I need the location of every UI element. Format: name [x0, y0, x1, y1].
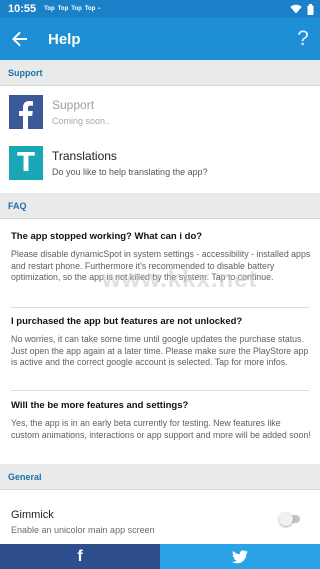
help-button[interactable]: ?: [286, 18, 320, 60]
gimmick-subtitle: Enable an unicolor main app screen: [11, 525, 155, 535]
watermark: www.kkx.net: [102, 266, 258, 293]
page-title: Help: [48, 30, 81, 48]
faq-item-2[interactable]: I purchased the app but features are not…: [11, 316, 311, 369]
translations-item[interactable]: T Translations Do you like to help trans…: [0, 141, 320, 185]
translations-item-title: Translations: [52, 149, 117, 163]
section-header-faq: FAQ: [0, 193, 320, 219]
wifi-icon: [290, 4, 302, 14]
toggle-thumb: [279, 512, 293, 526]
notification-dot: •: [98, 6, 101, 12]
gimmick-toggle[interactable]: [279, 512, 301, 526]
divider: [11, 307, 309, 308]
translations-logo-icon: T: [9, 146, 43, 180]
gimmick-setting[interactable]: Gimmick Enable an unicolor main app scre…: [0, 500, 320, 544]
arrow-back-icon: [12, 31, 27, 47]
notification-top-3: Top: [71, 6, 82, 12]
twitter-icon: [232, 549, 248, 563]
faq-question-3: Will the be more features and settings?: [11, 400, 189, 411]
battery-icon: [307, 3, 314, 15]
notification-top-1: Top: [44, 6, 55, 12]
support-item[interactable]: Support Coming soon..: [0, 90, 320, 134]
faq-item-3[interactable]: Will the be more features and settings? …: [11, 400, 311, 441]
status-time: 10:55: [8, 3, 37, 15]
app-bar: Help ?: [0, 18, 320, 60]
section-header-support: Support: [0, 60, 320, 86]
faq-answer-3: Yes, the app is in an early beta current…: [11, 418, 311, 440]
faq-question-2: I purchased the app but features are not…: [11, 316, 243, 327]
notification-top-2: Top: [57, 6, 69, 12]
translations-item-subtitle: Do you like to help translating the app?: [52, 167, 208, 177]
facebook-share-button[interactable]: f: [0, 544, 160, 569]
system-icons: [290, 3, 314, 15]
facebook-icon: f: [77, 547, 83, 565]
share-bar: f: [0, 544, 320, 569]
twitter-share-button[interactable]: [160, 544, 320, 569]
faq-answer-2: No worries, it can take some time until …: [11, 334, 309, 367]
gimmick-title: Gimmick: [11, 509, 54, 521]
notification-top-4: Top: [84, 6, 96, 12]
section-header-general: General: [0, 464, 320, 490]
support-item-subtitle: Coming soon..: [52, 116, 111, 126]
status-bar: 10:55 Top Top Top Top •: [0, 0, 320, 18]
faq-question-1: The app stopped working? What can i do?: [11, 231, 203, 242]
back-button[interactable]: [0, 18, 40, 60]
support-item-title: Support: [52, 98, 95, 112]
divider: [11, 390, 309, 391]
facebook-logo-icon: [9, 95, 43, 129]
notification-icons: Top Top Top Top •: [44, 6, 100, 12]
